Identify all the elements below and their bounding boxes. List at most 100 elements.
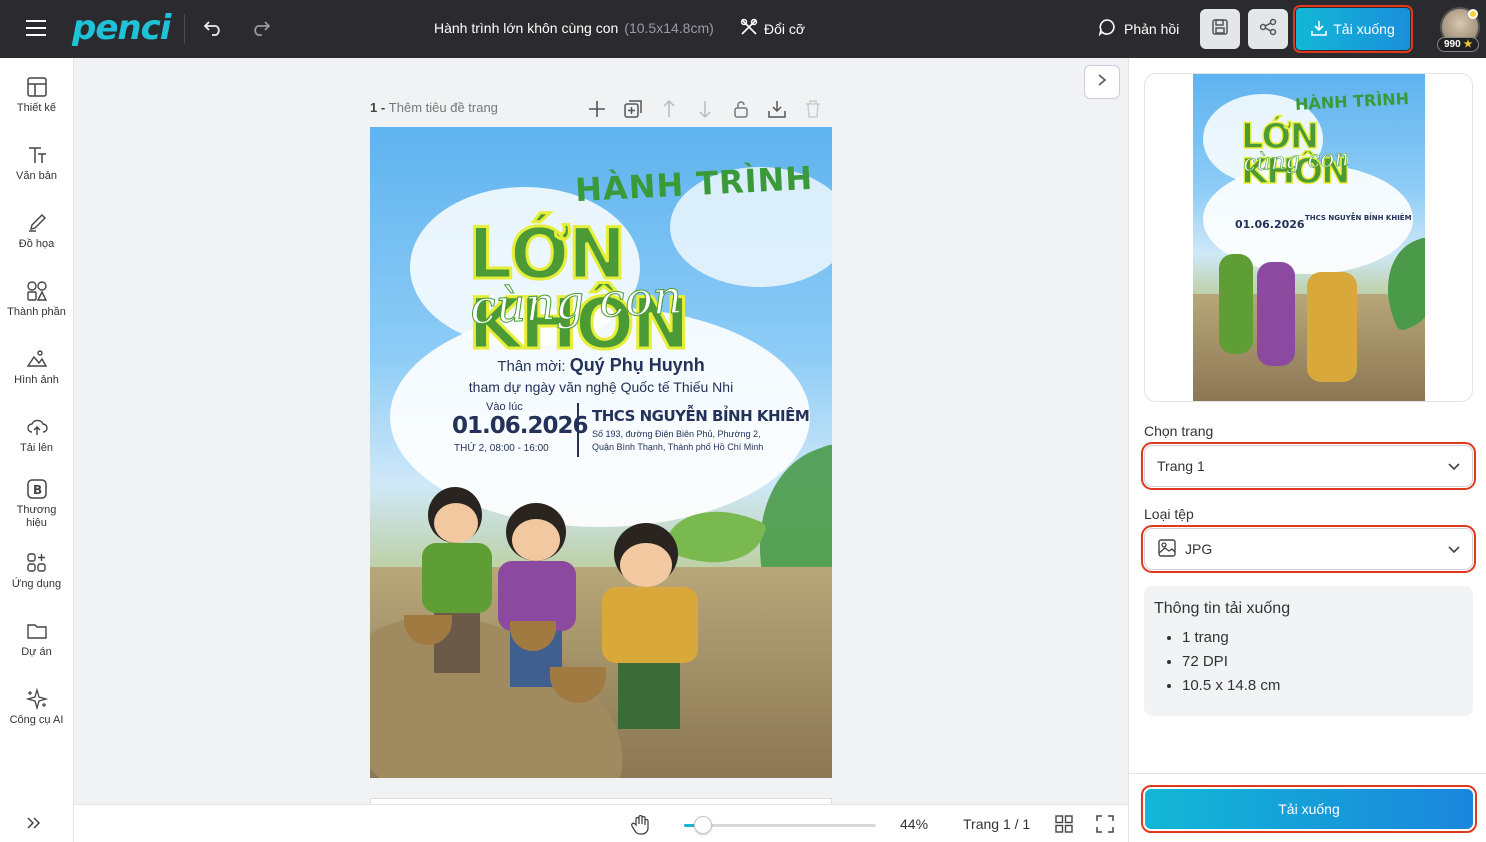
credits-count: 990	[1444, 39, 1461, 50]
chevron-down-icon	[1448, 458, 1460, 474]
preview-headline-script: cùng con	[1242, 145, 1350, 177]
preview-date: 01.06.2026	[1235, 218, 1305, 231]
folder-icon	[26, 624, 47, 639]
sidebar-item-label: Ứng dụng	[11, 578, 62, 590]
layout-icon	[26, 77, 47, 97]
divider	[184, 14, 185, 44]
sidebar-item-apps[interactable]: Ứng dụng	[0, 552, 73, 591]
sidebar-item-elements[interactable]: Thành phần	[0, 280, 73, 319]
feedback-label: Phản hồi	[1124, 20, 1180, 37]
fullscreen-icon[interactable]	[1096, 815, 1114, 838]
address-line-1: Số 193, đường Điện Biên Phủ, Phường 2,	[592, 429, 761, 439]
delete-page-icon[interactable]	[802, 98, 824, 125]
chevron-right-icon	[1097, 73, 1107, 91]
resize-icon	[740, 18, 758, 39]
sidebar-item-label: Đồ họa	[18, 238, 55, 250]
sidebar-item-text[interactable]: Văn bản	[0, 144, 73, 183]
undo-icon[interactable]	[204, 20, 222, 36]
resize-button[interactable]: Đổi cỡ	[740, 18, 805, 39]
sidebar-item-label: Công cụ AI	[9, 714, 64, 726]
time-label: Vào lúc	[486, 401, 523, 413]
address-line-2: Quận Bình Thạnh, Thành phố Hồ Chí Minh	[592, 442, 764, 452]
sidebar-item-label: Tải lên	[19, 442, 54, 454]
sidebar-item-graphics[interactable]: Đồ họa	[0, 212, 73, 251]
invite-name: Quý Phụ Huynh	[569, 355, 705, 375]
invite-description: tham dự ngày văn nghệ Quốc tế Thiếu Nhi	[468, 379, 734, 395]
page-number: 1 -	[370, 100, 389, 115]
grid-view-icon[interactable]	[1055, 815, 1073, 838]
zoom-slider-track[interactable]	[684, 824, 876, 827]
pen-icon	[28, 214, 46, 232]
info-page-count: 1 trang	[1182, 626, 1463, 650]
headline-script: cùng con	[468, 269, 684, 335]
move-up-icon[interactable]	[658, 98, 680, 125]
sidebar-item-ai-tools[interactable]: Công cụ AI	[0, 688, 73, 727]
sidebar-item-projects[interactable]: Dự án	[0, 620, 73, 659]
add-page-icon[interactable]	[586, 98, 608, 125]
info-divider	[577, 403, 579, 457]
file-type-select[interactable]: JPG	[1141, 525, 1476, 573]
upload-cloud-icon	[26, 419, 48, 435]
sidebar-item-upload[interactable]: Tải lên	[0, 416, 73, 455]
document-title[interactable]: Hành trình lớn khôn cùng con (10.5x14.8cm…	[434, 20, 714, 36]
sidebar-item-brand[interactable]: B Thương hiệu	[0, 478, 73, 530]
resize-label: Đổi cỡ	[764, 20, 806, 37]
download-page-icon[interactable]	[766, 98, 788, 125]
download-info-list: 1 trang 72 DPI 10.5 x 14.8 cm	[1154, 626, 1463, 698]
move-down-icon[interactable]	[694, 98, 716, 125]
download-button[interactable]: Tải xuống	[1141, 785, 1477, 833]
sparkle-icon	[25, 688, 48, 710]
event-time: THỨ 2, 08:00 - 16:00	[454, 443, 549, 454]
feedback-button[interactable]: Phản hồi	[1098, 18, 1179, 39]
sidebar-item-label: Thành phần	[7, 306, 66, 318]
menu-icon[interactable]	[26, 19, 46, 37]
download-info-box: Thông tin tải xuống 1 trang 72 DPI 10.5 …	[1144, 586, 1473, 716]
hand-tool-icon[interactable]	[630, 814, 652, 841]
expand-sidebar-icon[interactable]	[26, 816, 42, 835]
sidebar-item-label: Thương hiệu	[16, 504, 57, 530]
child-figure	[602, 523, 702, 773]
lock-icon[interactable]	[730, 98, 752, 125]
chat-bubble-icon	[1098, 18, 1116, 39]
sidebar-item-label: Hình ảnh	[14, 374, 59, 386]
design-canvas-page[interactable]: HÀNH TRÌNH LỚN KHÔN cùng con Thân mời: Q…	[370, 127, 832, 778]
page-select[interactable]: Trang 1	[1141, 442, 1476, 490]
school-name: THCS NGUYỄN BỈNH KHIÊM	[592, 407, 810, 425]
zoom-value[interactable]: 44%	[900, 816, 928, 832]
app-logo[interactable]: penci	[72, 8, 171, 48]
page-indicator[interactable]: Trang 1 / 1	[963, 816, 1030, 832]
document-size: (10.5x14.8cm)	[624, 20, 714, 36]
preview-school: THCS NGUYỄN BỈNH KHIÊM	[1305, 214, 1412, 222]
shapes-icon	[26, 281, 47, 301]
event-date: 01.06.2026	[452, 413, 589, 439]
status-dot	[1468, 9, 1478, 19]
share-button[interactable]	[1248, 9, 1288, 49]
file-type-value: JPG	[1185, 541, 1213, 557]
sidebar-item-label: Văn bản	[16, 170, 57, 182]
sidebar-item-label: Thiết kế	[16, 102, 57, 114]
duplicate-page-icon[interactable]	[622, 98, 644, 125]
redo-icon[interactable]	[252, 20, 270, 36]
image-file-icon	[1157, 538, 1177, 561]
save-button[interactable]	[1200, 9, 1240, 49]
download-icon	[1311, 20, 1328, 39]
credits-badge: 990 ★	[1437, 37, 1480, 52]
info-dpi: 72 DPI	[1182, 650, 1463, 674]
page-toolbar	[586, 98, 824, 125]
download-label: Tải xuống	[1333, 21, 1395, 37]
image-icon	[26, 350, 47, 367]
collapse-panel-button[interactable]	[1084, 65, 1120, 99]
save-icon	[1211, 18, 1229, 41]
top-bar: penci Hành trình lớn khôn cùng con (10.5x…	[0, 0, 1486, 58]
star-icon: ★	[1463, 39, 1473, 50]
sidebar-item-images[interactable]: Hình ảnh	[0, 348, 73, 387]
page-select-value: Trang 1	[1157, 458, 1205, 474]
page-select-label: Chọn trang	[1144, 423, 1214, 439]
page-title[interactable]: 1 - Thêm tiêu đề trang	[370, 100, 498, 115]
download-button-top[interactable]: Tải xuống	[1293, 5, 1413, 53]
apps-icon	[26, 553, 46, 572]
sidebar-item-design[interactable]: Thiết kế	[0, 76, 73, 115]
file-type-label: Loại tệp	[1144, 506, 1194, 522]
document-name: Hành trình lớn khôn cùng con	[434, 20, 619, 36]
text-icon	[28, 147, 46, 163]
